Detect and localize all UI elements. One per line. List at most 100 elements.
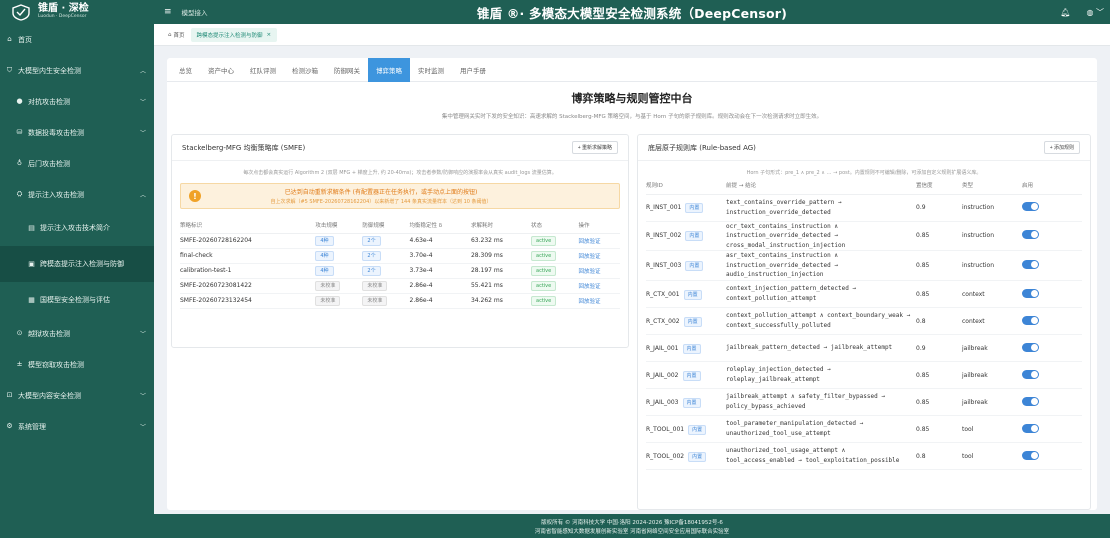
defense-scale-tag: 2个 bbox=[362, 266, 381, 276]
resolve-strategy-button[interactable]: + 重新求解策略 bbox=[571, 141, 618, 154]
action-cell: 回放验证 bbox=[578, 233, 620, 249]
builtin-badge: 内置 bbox=[688, 451, 707, 462]
replay-verify-link[interactable]: 回放验证 bbox=[578, 299, 600, 305]
enable-toggle[interactable] bbox=[1022, 230, 1039, 240]
tab-home[interactable]: ⌂ 首页 bbox=[168, 31, 185, 39]
defense-scale-cell: 2个 bbox=[362, 248, 410, 264]
tab-manual[interactable]: 用户手册 bbox=[452, 58, 494, 82]
builtin-badge: 内置 bbox=[685, 231, 704, 242]
rule-condition: context_injection_pattern_detected → con… bbox=[726, 280, 916, 309]
enable-cell bbox=[1022, 250, 1082, 282]
notification-bell-icon[interactable]: 🔔︎ bbox=[1060, 8, 1070, 17]
delta-cell: 3.73e-4 bbox=[409, 263, 471, 279]
col-header: 攻击规模 bbox=[315, 217, 363, 234]
attack-scale-tag: 未校准 bbox=[315, 296, 341, 306]
tab-assets[interactable]: 资产中心 bbox=[200, 58, 242, 82]
replay-verify-link[interactable]: 回放验证 bbox=[578, 239, 600, 245]
user-avatar-icon[interactable]: ◍ ﹀ bbox=[1086, 7, 1104, 18]
tab-gateway[interactable]: 防御网关 bbox=[326, 58, 368, 82]
add-rule-button[interactable]: + 添加规则 bbox=[1043, 141, 1080, 154]
enable-toggle[interactable] bbox=[1022, 342, 1039, 352]
type-cell: instruction bbox=[962, 250, 1022, 282]
sidebar-item-content-security[interactable]: ⊡ 大模型内容安全检测 ﹀ bbox=[0, 380, 154, 411]
enable-toggle[interactable] bbox=[1022, 288, 1039, 298]
status-cell: active bbox=[531, 293, 579, 309]
enable-cell bbox=[1022, 334, 1082, 363]
chevron-down-icon: ﹀ bbox=[139, 393, 146, 400]
rule-table: 规则ID 前提 → 结论 置信度 类型 启用 R_INST_001 内置 text_… bbox=[646, 176, 1082, 471]
strategy-id-cell: SMFE-20260723132454 bbox=[180, 293, 316, 309]
enable-toggle[interactable] bbox=[1022, 260, 1039, 270]
enable-toggle[interactable] bbox=[1022, 369, 1039, 379]
sidebar-item-label: 系统管理 bbox=[18, 422, 46, 431]
enable-toggle[interactable] bbox=[1022, 423, 1039, 433]
confidence-cell: 0.85 bbox=[916, 221, 962, 252]
status-badge: active bbox=[531, 251, 557, 261]
tab-game-strategy[interactable]: 博弈策略 bbox=[368, 58, 410, 82]
rule-condition: roleplay_injection_detected → roleplay_j… bbox=[726, 361, 916, 390]
attack-scale-cell: 未校准 bbox=[315, 293, 363, 309]
table-row: calibration-test-1 4种 2个 3.73e-4 28.197 ms ac… bbox=[180, 263, 620, 279]
tab-cross-modal[interactable]: 跨模态提示注入检测与防御 × bbox=[190, 27, 278, 42]
warning-icon: ! bbox=[189, 190, 201, 202]
sidebar-item-prompt-injection[interactable]: ⛭ 提示注入攻击检测 ︿ bbox=[0, 179, 154, 210]
chevron-down-icon: ﹀ bbox=[139, 331, 146, 338]
sidebar-item-cross-modal-injection[interactable]: ▣ 跨模态提示注入检测与防御 bbox=[0, 246, 154, 282]
sidebar-item-label: 后门攻击检测 bbox=[28, 159, 70, 168]
builtin-badge: 内置 bbox=[688, 424, 707, 435]
col-header: 前提 → 结论 bbox=[726, 176, 916, 195]
enable-toggle[interactable] bbox=[1022, 315, 1039, 325]
chevron-down-icon: ﹀ bbox=[139, 130, 146, 137]
enable-toggle[interactable] bbox=[1022, 450, 1039, 460]
top-breadcrumb[interactable]: 模型接入 bbox=[182, 7, 208, 17]
close-icon[interactable]: × bbox=[267, 32, 272, 38]
tab-label: 跨模态提示注入检测与防御 bbox=[196, 32, 263, 39]
rule-id-cell: R_JAIL_002 内置 bbox=[646, 361, 726, 390]
rule-id: R_TOOL_002 bbox=[646, 452, 685, 460]
table-header-row: 策略标识 攻击规模 防御规模 均衡稳定性 δ 求解耗时 状态 操作 bbox=[180, 217, 620, 234]
sidebar-item-label: 大模型内生安全检测 bbox=[18, 66, 81, 75]
rule-condition: jailbreak_attempt ∧ safety_filter_bypass… bbox=[726, 388, 916, 417]
footer-copyright: 版权所有 © 河南科技大学 中国·洛阳 2024-2026 豫ICP备18041… bbox=[541, 519, 723, 526]
sidebar-item-model-stealing[interactable]: ± 模型窃取攻击检测 bbox=[0, 349, 154, 380]
rule-id: R_TOOL_001 bbox=[646, 425, 685, 433]
menu-toggle-icon[interactable]: ≡ bbox=[164, 7, 172, 17]
sidebar-item-system-admin[interactable]: ⚙ 系统管理 ﹀ bbox=[0, 411, 154, 442]
sidebar-item-backdoor[interactable]: ♁ 后门攻击检测 bbox=[0, 148, 154, 179]
sidebar-item-home[interactable]: ⌂ 首页 bbox=[0, 24, 154, 55]
tab-overview[interactable]: 总览 bbox=[171, 58, 200, 82]
defense-scale-cell: 未校准 bbox=[362, 278, 410, 294]
solve-time-cell: 34.262 ms bbox=[470, 293, 531, 309]
sidebar-item-model-eval[interactable]: ▦ 国模型安全检测与评估 bbox=[0, 282, 154, 318]
sidebar-item-jailbreak[interactable]: ⊙ 越狱攻击检测 ﹀ bbox=[0, 318, 154, 349]
replay-verify-link[interactable]: 回放验证 bbox=[578, 284, 600, 290]
sidebar-item-label: 对抗攻击检测 bbox=[28, 97, 70, 106]
page-title: 博弈策略与规则管控中台 bbox=[571, 92, 693, 105]
enable-toggle[interactable] bbox=[1022, 396, 1039, 406]
confidence-cell: 0.9 bbox=[916, 194, 962, 222]
sidebar-item-endogenous-security[interactable]: ⛉ 大模型内生安全检测 ︿ bbox=[0, 55, 154, 86]
strategy-id-cell: SMFE-20260728162204 bbox=[180, 233, 316, 249]
panel-title: 底层原子规则库 (Rule-based AG) bbox=[648, 143, 756, 152]
backdoor-icon: ♁ bbox=[16, 159, 23, 167]
tab-sandbox[interactable]: 检测沙箱 bbox=[284, 58, 326, 82]
sidebar-item-injection-intro[interactable]: ▤ 提示注入攻击技术简介 bbox=[0, 210, 154, 246]
confidence-cell: 0.85 bbox=[916, 361, 962, 390]
sidebar-item-adversarial[interactable]: ● 对抗攻击检测 ﹀ bbox=[0, 86, 154, 117]
sidebar-item-poisoning[interactable]: ⛁ 数据投毒攻击检测 ﹀ bbox=[0, 117, 154, 148]
defense-scale-cell: 未校准 bbox=[362, 293, 410, 309]
logo[interactable]: 锥盾 · 深检 Luodun · DeepCensor bbox=[0, 0, 154, 24]
rule-condition: unauthorized_tool_usage_attempt ∧ tool_a… bbox=[726, 442, 916, 471]
confidence-cell: 0.8 bbox=[916, 442, 962, 471]
type-cell: jailbreak bbox=[962, 361, 1022, 390]
settings-icon: ⚙ bbox=[6, 422, 13, 430]
chevron-down-icon: ﹀ bbox=[139, 424, 146, 431]
attack-scale-tag: 4种 bbox=[315, 266, 334, 276]
tab-monitor[interactable]: 实时监测 bbox=[410, 58, 452, 82]
tab-redteam[interactable]: 红队评测 bbox=[242, 58, 284, 82]
confidence-cell: 0.85 bbox=[916, 250, 962, 282]
enable-toggle[interactable] bbox=[1022, 202, 1039, 211]
replay-verify-link[interactable]: 回放验证 bbox=[578, 269, 600, 275]
replay-verify-link[interactable]: 回放验证 bbox=[578, 254, 600, 260]
rule-id-cell: R_CTX_001 内置 bbox=[646, 280, 726, 309]
